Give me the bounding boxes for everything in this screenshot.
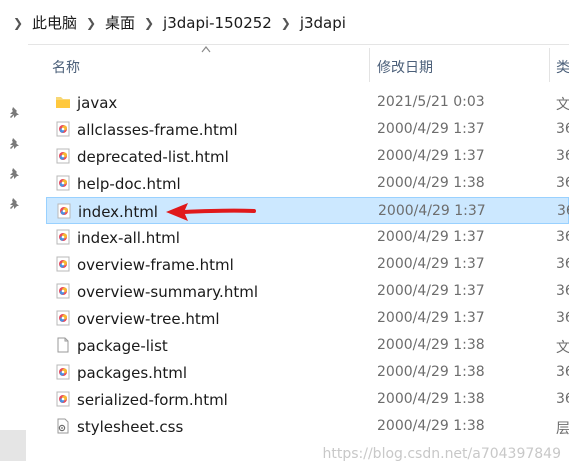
file-name: stylesheet.css <box>77 418 184 436</box>
pin-icon[interactable] <box>8 106 22 120</box>
file-type: 36 <box>556 148 569 164</box>
file-type: 36 <box>556 364 569 380</box>
file-name: index.html <box>78 203 158 221</box>
file-date: 2021/5/21 0:03 <box>377 94 485 110</box>
breadcrumb-item-j3dapi-150252[interactable]: j3dapi-150252 <box>159 14 276 32</box>
file-type: 36 <box>556 229 569 245</box>
file-name: package-list <box>77 337 168 355</box>
html-file-icon <box>56 148 70 164</box>
file-date: 2000/4/29 1:38 <box>377 175 485 191</box>
file-date: 2000/4/29 1:38 <box>377 418 485 434</box>
file-type: 36 <box>556 391 569 407</box>
file-name: overview-summary.html <box>77 283 258 301</box>
nav-selected-item[interactable] <box>0 430 26 461</box>
chevron-right-icon[interactable]: ❯ <box>12 16 24 30</box>
list-item[interactable]: overview-frame.html 2000/4/29 1:37 36 <box>46 251 569 278</box>
html-file-icon <box>56 283 70 299</box>
file-name: help-doc.html <box>77 175 181 193</box>
breadcrumb: ❯ 此电脑 ❯ 桌面 ❯ j3dapi-150252 ❯ j3dapi <box>8 12 350 33</box>
file-name: serialized-form.html <box>77 391 228 409</box>
column-divider[interactable] <box>369 48 370 82</box>
pin-icon[interactable] <box>8 137 22 151</box>
breadcrumb-item-this-pc[interactable]: 此电脑 <box>28 12 81 33</box>
file-type: 36 <box>557 203 569 219</box>
file-date: 2000/4/29 1:37 <box>377 283 485 299</box>
file-type: 36 <box>556 310 569 326</box>
folder-icon <box>56 97 70 108</box>
file-name: packages.html <box>77 364 188 382</box>
list-item[interactable]: index-all.html 2000/4/29 1:37 36 <box>46 224 569 251</box>
column-header-date[interactable]: 修改日期 <box>377 57 433 77</box>
file-date: 2000/4/29 1:37 <box>378 203 486 219</box>
chevron-right-icon[interactable]: ❯ <box>280 16 292 30</box>
file-name: deprecated-list.html <box>77 148 229 166</box>
file-name: allclasses-frame.html <box>77 121 238 139</box>
html-file-icon <box>56 256 70 272</box>
list-item[interactable]: stylesheet.css 2000/4/29 1:38 层 <box>46 413 569 440</box>
list-item[interactable]: package-list 2000/4/29 1:38 文 <box>46 332 569 359</box>
navigation-pane <box>0 44 28 474</box>
column-header-type[interactable]: 类 <box>556 57 569 77</box>
list-item[interactable]: allclasses-frame.html 2000/4/29 1:37 36 <box>46 116 569 143</box>
file-date: 2000/4/29 1:38 <box>377 364 485 380</box>
chevron-right-icon[interactable]: ❯ <box>85 16 97 30</box>
html-file-icon <box>56 364 70 380</box>
watermark: https://blog.csdn.net/a704397849 <box>322 446 562 462</box>
breadcrumb-item-j3dapi[interactable]: j3dapi <box>296 14 350 32</box>
file-name: overview-tree.html <box>77 310 220 328</box>
html-file-icon <box>56 391 70 407</box>
file-name: javax <box>77 94 118 112</box>
list-item[interactable]: overview-tree.html 2000/4/29 1:37 36 <box>46 305 569 332</box>
html-file-icon <box>57 203 71 219</box>
file-type: 层 <box>556 421 569 437</box>
file-date: 2000/4/29 1:37 <box>377 148 485 164</box>
html-file-icon <box>56 175 70 191</box>
css-file-icon <box>57 418 69 434</box>
list-item[interactable]: javax 2021/5/21 0:03 文 <box>46 89 569 116</box>
column-header-name[interactable]: 名称 <box>52 57 80 77</box>
file-date: 2000/4/29 1:37 <box>377 229 485 245</box>
list-item[interactable]: serialized-form.html 2000/4/29 1:38 36 <box>46 386 569 413</box>
file-type: 36 <box>556 121 569 137</box>
address-bar[interactable]: ❯ 此电脑 ❯ 桌面 ❯ j3dapi-150252 ❯ j3dapi <box>0 0 569 45</box>
blank-file-icon <box>57 337 69 353</box>
file-type: 文 <box>556 97 569 113</box>
red-arrow-annotation <box>166 203 256 221</box>
file-date: 2000/4/29 1:37 <box>377 121 485 137</box>
list-item[interactable]: overview-summary.html 2000/4/29 1:37 36 <box>46 278 569 305</box>
file-name: index-all.html <box>77 229 180 247</box>
html-file-icon <box>56 229 70 245</box>
list-item[interactable]: deprecated-list.html 2000/4/29 1:37 36 <box>46 143 569 170</box>
file-type: 36 <box>556 175 569 191</box>
file-type: 文 <box>556 340 569 356</box>
file-type: 36 <box>556 256 569 272</box>
sort-ascending-icon <box>201 46 211 53</box>
list-item[interactable]: help-doc.html 2000/4/29 1:38 36 <box>46 170 569 197</box>
pin-icon[interactable] <box>8 167 22 181</box>
file-date: 2000/4/29 1:38 <box>377 337 485 353</box>
list-item[interactable]: packages.html 2000/4/29 1:38 36 <box>46 359 569 386</box>
column-divider[interactable] <box>549 48 550 82</box>
file-type: 36 <box>556 283 569 299</box>
file-date: 2000/4/29 1:37 <box>377 256 485 272</box>
file-name: overview-frame.html <box>77 256 234 274</box>
breadcrumb-item-desktop[interactable]: 桌面 <box>101 12 139 33</box>
chevron-right-icon[interactable]: ❯ <box>143 16 155 30</box>
file-date: 2000/4/29 1:38 <box>377 391 485 407</box>
list-item-selected[interactable]: index.html 2000/4/29 1:37 36 <box>46 197 569 224</box>
html-file-icon <box>56 121 70 137</box>
pin-icon[interactable] <box>8 197 22 211</box>
file-date: 2000/4/29 1:37 <box>377 310 485 326</box>
html-file-icon <box>56 310 70 326</box>
